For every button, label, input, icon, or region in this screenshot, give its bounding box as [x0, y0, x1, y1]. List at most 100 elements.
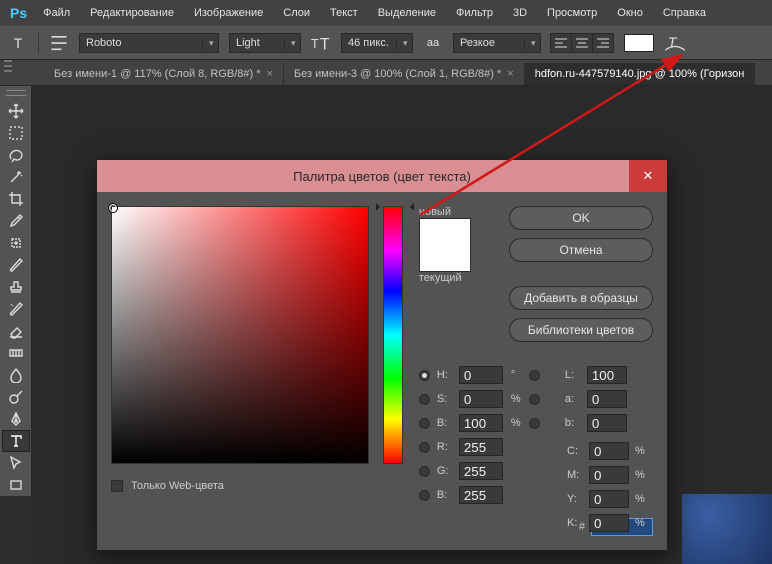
tab-label: Без имени-3 @ 100% (Слой 1, RGB/8#) * [294, 68, 501, 80]
lasso-tool[interactable] [2, 144, 30, 166]
b-hsb-input[interactable] [459, 414, 503, 432]
saturation-value-field[interactable] [111, 206, 369, 464]
k-input[interactable] [589, 514, 629, 532]
dialog-titlebar[interactable]: Палитра цветов (цвет текста) ✕ [97, 160, 667, 192]
eyedropper-tool[interactable] [2, 210, 30, 232]
cancel-button[interactable]: Отмена [509, 238, 653, 262]
brush-tool[interactable] [2, 254, 30, 276]
tab-grip-icon[interactable] [4, 60, 12, 72]
color-preview-swatch [419, 218, 471, 272]
dodge-tool[interactable] [2, 386, 30, 408]
sv-cursor-icon [108, 203, 118, 213]
document-tab[interactable]: hdfon.ru-447579140.jpg @ 100% (Горизон [525, 63, 756, 85]
tab-label: Без имени-1 @ 117% (Слой 8, RGB/8#) * [54, 68, 261, 80]
close-icon[interactable]: × [507, 68, 513, 80]
crop-tool[interactable] [2, 188, 30, 210]
menu-text[interactable]: Текст [322, 3, 366, 23]
menu-view[interactable]: Просмотр [539, 3, 605, 23]
b-lab-input[interactable] [587, 414, 627, 432]
chevron-down-icon: ▾ [202, 38, 218, 49]
warp-text-icon[interactable]: T [664, 33, 686, 53]
font-family-value: Roboto [80, 37, 127, 49]
menu-layers[interactable]: Слои [275, 3, 318, 23]
text-orientation-icon[interactable] [49, 33, 69, 53]
y-input[interactable] [589, 490, 629, 508]
chevron-down-icon: ▾ [396, 38, 412, 49]
radio-l[interactable] [529, 370, 540, 381]
healing-tool[interactable] [2, 232, 30, 254]
marquee-tool[interactable] [2, 122, 30, 144]
radio-r[interactable] [419, 442, 430, 453]
text-color-swatch[interactable] [624, 34, 654, 52]
l-input[interactable] [587, 366, 627, 384]
r-input[interactable] [459, 438, 503, 456]
dialog-title: Палитра цветов (цвет текста) [293, 169, 471, 184]
color-libraries-button[interactable]: Библиотеки цветов [509, 318, 653, 342]
web-only-checkbox[interactable]: Только Web-цвета [111, 480, 369, 492]
menu-image[interactable]: Изображение [186, 3, 271, 23]
document-tab[interactable]: Без имени-1 @ 117% (Слой 8, RGB/8#) * × [44, 63, 284, 85]
wand-tool[interactable] [2, 166, 30, 188]
type-tool[interactable] [2, 430, 30, 452]
radio-b-rgb[interactable] [419, 490, 430, 501]
app-logo: Ps [6, 5, 31, 21]
document-tab-bar: Без имени-1 @ 117% (Слой 8, RGB/8#) * × … [0, 60, 772, 86]
add-swatch-button[interactable]: Добавить в образцы [509, 286, 653, 310]
document-tab[interactable]: Без имени-3 @ 100% (Слой 1, RGB/8#) * × [284, 63, 525, 85]
rectangle-tool[interactable] [2, 474, 30, 496]
ok-button[interactable]: OK [509, 206, 653, 230]
close-icon[interactable]: × [267, 68, 273, 80]
menu-help[interactable]: Справка [655, 3, 714, 23]
panel-grip-icon[interactable] [6, 90, 26, 96]
menu-bar: Ps Файл Редактирование Изображение Слои … [0, 0, 772, 26]
checkbox-icon [111, 480, 123, 492]
new-color-label: новый [419, 206, 471, 218]
font-size-icon: TT [311, 33, 331, 53]
radio-s[interactable] [419, 394, 430, 405]
radio-a[interactable] [529, 394, 540, 405]
radio-g[interactable] [419, 466, 430, 477]
font-size-combo[interactable]: 46 пикс. ▾ [341, 33, 413, 53]
antialias-combo[interactable]: Резкое ▾ [453, 33, 541, 53]
g-input[interactable] [459, 462, 503, 480]
move-tool[interactable] [2, 100, 30, 122]
text-align-group [551, 33, 614, 53]
menu-filter[interactable]: Фильтр [448, 3, 501, 23]
type-tool-icon: T [8, 33, 28, 53]
radio-lab-b[interactable] [529, 418, 540, 429]
current-color-label: текущий [419, 272, 471, 284]
menu-window[interactable]: Окно [609, 3, 651, 23]
b-rgb-input[interactable] [459, 486, 503, 504]
font-size-value: 46 пикс. [342, 37, 395, 49]
h-input[interactable] [459, 366, 503, 384]
gradient-tool[interactable] [2, 342, 30, 364]
tools-panel [0, 86, 32, 496]
antialias-value: Резкое [454, 37, 501, 49]
menu-3d[interactable]: 3D [505, 3, 535, 23]
menu-edit[interactable]: Редактирование [82, 3, 182, 23]
svg-text:T: T [668, 36, 678, 52]
menu-select[interactable]: Выделение [370, 3, 444, 23]
align-right-button[interactable] [592, 33, 614, 53]
font-family-combo[interactable]: Roboto ▾ [79, 33, 219, 53]
history-brush-tool[interactable] [2, 298, 30, 320]
align-left-button[interactable] [550, 33, 572, 53]
options-bar: T Roboto ▾ Light ▾ TT 46 пикс. ▾ aa Резк… [0, 26, 772, 60]
chevron-down-icon: ▾ [284, 38, 300, 49]
align-center-button[interactable] [571, 33, 593, 53]
stamp-tool[interactable] [2, 276, 30, 298]
m-input[interactable] [589, 466, 629, 484]
c-input[interactable] [589, 442, 629, 460]
menu-file[interactable]: Файл [35, 3, 78, 23]
hue-slider[interactable] [383, 206, 403, 464]
blur-tool[interactable] [2, 364, 30, 386]
dialog-close-button[interactable]: ✕ [629, 160, 667, 192]
s-input[interactable] [459, 390, 503, 408]
radio-h[interactable] [419, 370, 430, 381]
pen-tool[interactable] [2, 408, 30, 430]
path-select-tool[interactable] [2, 452, 30, 474]
a-input[interactable] [587, 390, 627, 408]
font-weight-combo[interactable]: Light ▾ [229, 33, 301, 53]
eraser-tool[interactable] [2, 320, 30, 342]
radio-b[interactable] [419, 418, 430, 429]
